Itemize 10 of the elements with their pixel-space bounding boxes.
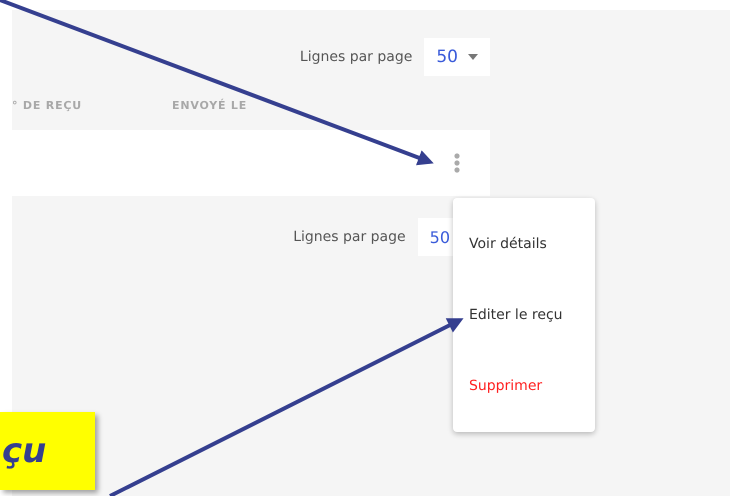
rows-per-page-label: Lignes par page bbox=[300, 49, 412, 65]
column-header: ° DE REÇU bbox=[12, 98, 83, 112]
rows-per-page-select[interactable]: 50 bbox=[424, 38, 490, 76]
rows-per-page-label: Lignes par page bbox=[293, 229, 406, 245]
column-header: ENVOYÉ LE bbox=[172, 98, 248, 112]
menu-item[interactable]: Editer le reçu bbox=[453, 306, 595, 323]
caret-icon bbox=[468, 54, 478, 60]
more-options-icon[interactable] bbox=[454, 153, 460, 173]
menu-item[interactable]: Supprimer bbox=[453, 378, 595, 394]
callout-box: çu bbox=[0, 412, 95, 490]
